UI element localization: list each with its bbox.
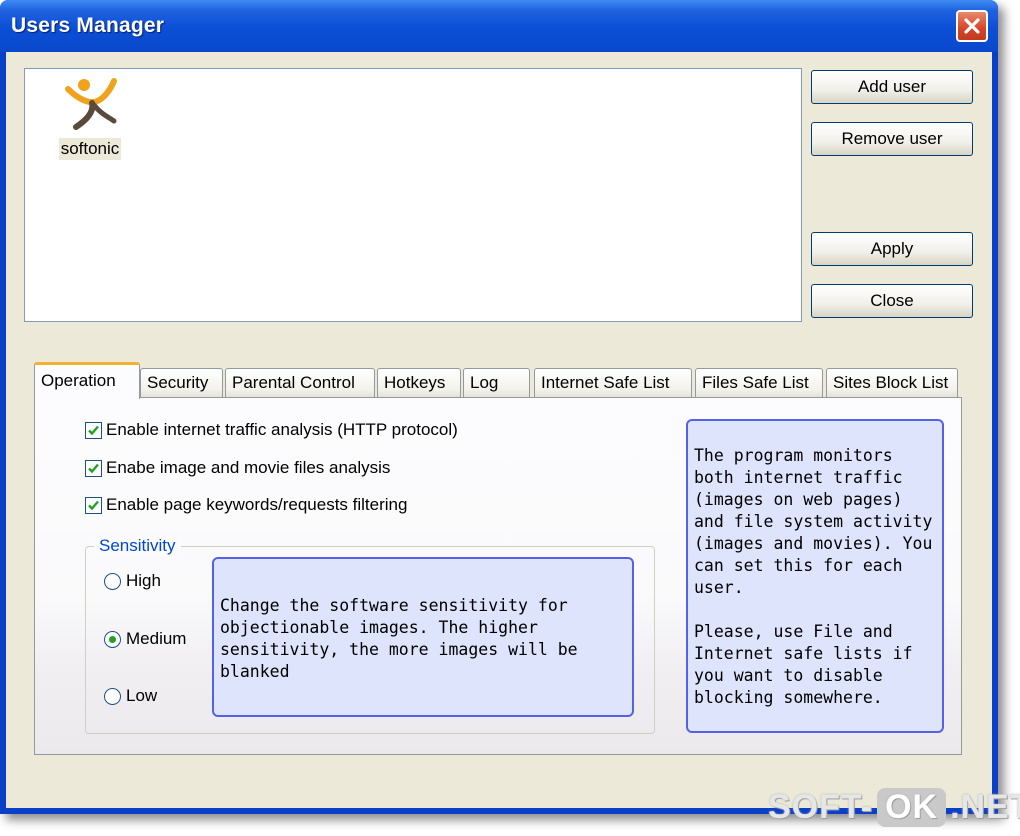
tab-parental-control[interactable]: Parental Control [225,368,375,398]
client-area: softonic Add user Remove user Apply Clos… [6,52,992,808]
tab-log[interactable]: Log [463,368,530,398]
file-analysis-checkbox[interactable] [85,459,102,477]
traffic-analysis-label: Enable internet traffic analysis (HTTP p… [106,420,458,439]
tab-security[interactable]: Security [140,368,223,398]
sensitivity-high[interactable]: High [104,571,161,591]
checkmark-icon [88,425,99,435]
tab-sites-block-list[interactable]: Sites Block List [826,368,958,398]
keyword-filtering-label: Enable page keywords/requests filtering [106,495,408,514]
traffic-analysis-checkbox[interactable] [85,421,102,439]
add-user-button[interactable]: Add user [811,70,973,104]
tab-hotkeys[interactable]: Hotkeys [377,368,461,398]
remove-user-button[interactable]: Remove user [811,122,973,156]
close-icon [964,18,980,34]
tab-internet-safe-list[interactable]: Internet Safe List [534,368,692,398]
user-list[interactable]: softonic [24,68,802,322]
low-radio[interactable] [104,687,121,705]
user-name-label: softonic [58,138,122,160]
window-title: Users Manager [11,14,165,37]
title-bar[interactable]: Users Manager [0,0,998,52]
watermark: SOFT- OK .NET [768,788,1020,827]
radio-selected-dot [109,635,116,643]
tab-operation[interactable]: Operation [34,362,140,399]
close-button[interactable]: Close [811,284,973,318]
high-label: High [126,571,161,590]
sensitivity-low[interactable]: Low [104,686,157,706]
tab-files-safe-list[interactable]: Files Safe List [695,368,823,398]
checkmark-icon [88,500,99,510]
softonic-user-icon [65,78,117,130]
watermark-middle: OK [877,788,947,827]
operation-info-box: The program monitors both internet traff… [686,419,944,733]
sensitivity-help-box: Change the software sensitivity for obje… [212,557,634,717]
high-radio[interactable] [104,572,121,590]
watermark-right: .NET [950,788,1020,826]
file-analysis-label: Enabe image and movie files analysis [106,458,391,477]
medium-label: Medium [126,629,187,648]
option-keyword-filtering[interactable]: Enable page keywords/requests filtering [85,495,407,515]
window-close-button[interactable] [956,10,988,42]
user-item-softonic[interactable]: softonic [55,75,125,160]
apply-button[interactable]: Apply [811,232,973,266]
medium-radio[interactable] [104,630,121,648]
option-traffic-analysis[interactable]: Enable internet traffic analysis (HTTP p… [85,420,458,440]
tab-strip: Operation Security Parental Control Hotk… [34,362,964,399]
operation-panel: Enable internet traffic analysis (HTTP p… [34,397,962,755]
low-label: Low [126,686,158,705]
users-manager-window: Users Manager softonic Add user Remove u… [0,0,998,814]
sensitivity-medium[interactable]: Medium [104,629,186,649]
keyword-filtering-checkbox[interactable] [85,496,102,514]
sensitivity-title: Sensitivity [94,536,181,556]
watermark-left: SOFT- [768,788,874,826]
option-file-analysis[interactable]: Enabe image and movie files analysis [85,458,390,478]
checkmark-icon [88,463,99,473]
sensitivity-group: Sensitivity High Medium Low Change the s… [85,536,655,734]
